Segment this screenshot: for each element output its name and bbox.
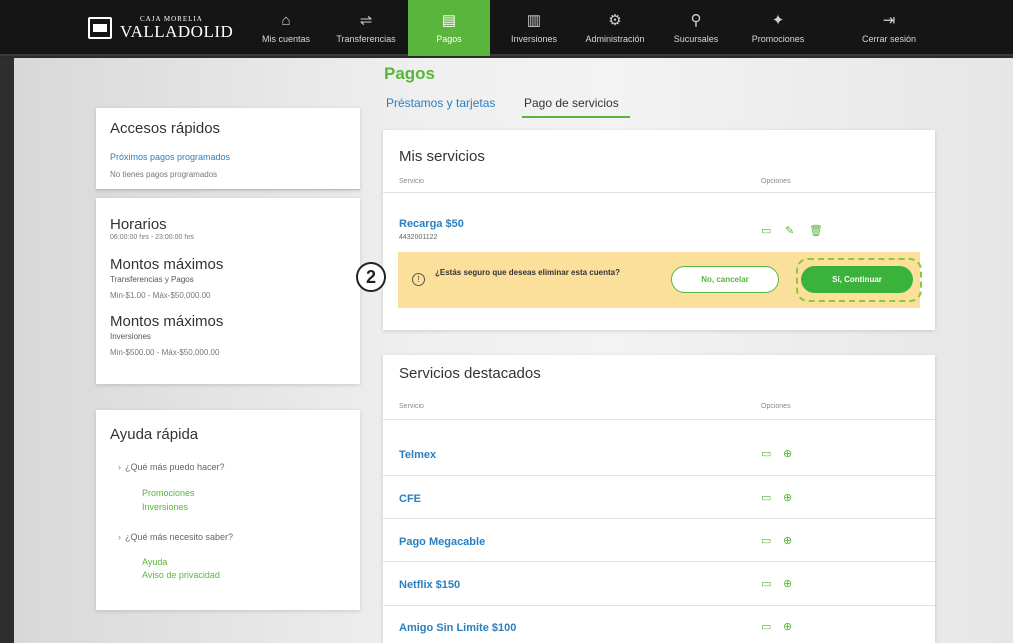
horarios-hours: 06:00:00 hrs - 23:00:00 hrs [110,234,195,241]
service-netflix[interactable]: Netflix $150 [399,579,460,591]
transfer-icon: ⇌ [359,12,373,29]
step-badge: 2 [356,262,386,292]
montos-inversiones-title: Montos máximos [110,313,224,330]
left-dark-strip [0,58,14,643]
question-que-mas-hacer[interactable]: › ¿Qué más puedo hacer? [118,462,225,472]
pay-icon[interactable]: ▭ [761,534,771,547]
montos-inversiones-sub: Inversiones [110,332,151,341]
top-navigation-bar: CAJA MORELIA VALLADOLID ⌂ Mis cuentas ⇌ … [0,0,1013,56]
nav-label: Mis cuentas [261,34,311,44]
service-amigo-sin-limite[interactable]: Amigo Sin Limite $100 [399,622,516,634]
brand-logo[interactable]: CAJA MORELIA VALLADOLID [88,14,233,42]
logo-big-text: VALLADOLID [120,22,234,41]
nav-label: Cerrar sesión [861,34,917,44]
add-circle-icon[interactable]: ⊕ [783,491,792,504]
service-recarga[interactable]: Recarga $50 [399,218,464,230]
page-title: Pagos [384,64,436,83]
highlight-outline [796,258,922,302]
col-servicio: Servicio [399,403,424,410]
ayuda-title: Ayuda rápida [110,426,199,443]
delete-icon[interactable]: 🗑 [809,224,823,237]
payment-icon: ▤ [441,12,457,29]
accesos-rapidos-card: Accesos rápidos Próximos pagos programad… [96,108,360,190]
nav-transferencias[interactable]: ⇌ Transferencias [326,0,406,56]
pay-icon[interactable]: ▭ [761,224,771,237]
location-pin-icon: ⚲ [690,12,702,29]
aviso-privacidad-link[interactable]: Aviso de privacidad [142,570,220,580]
horarios-card: Horarios 06:00:00 hrs - 23:00:00 hrs Mon… [96,198,360,384]
servicios-destacados-card: Servicios destacados Servicio Opciones T… [383,355,935,643]
nav-inversiones[interactable]: ▥ Inversiones [498,0,570,56]
service-megacable[interactable]: Pago Megacable [399,536,485,548]
montos-transfer-sub: Transferencias y Pagos [110,275,194,284]
add-circle-icon[interactable]: ⊕ [783,447,792,460]
nav-label: Sucursales [673,34,719,44]
tab-pago-servicios[interactable]: Pago de servicios [522,96,630,118]
divider [383,518,935,519]
service-number: 4432001122 [399,234,438,241]
nav-cerrar-sesion[interactable]: ⇥ Cerrar sesión [850,0,928,56]
nav-label: Pagos [436,34,462,44]
horarios-title: Horarios [110,216,167,233]
accesos-title: Accesos rápidos [110,120,221,137]
col-opciones: Opciones [761,403,791,410]
nav-label: Transferencias [336,34,396,44]
cancel-button[interactable]: No, cancelar [671,266,779,293]
chevron-right-icon: › [118,462,121,472]
col-servicio: Servicio [399,178,424,185]
ayuda-link[interactable]: Ayuda [142,557,167,567]
mis-servicios-title: Mis servicios [399,148,485,165]
divider [383,192,935,193]
montos-inversiones-range: Min-$500.00 - Máx-$50,000.00 [110,348,220,357]
destacados-title: Servicios destacados [399,365,541,382]
no-pagos-text: No tienes pagos programados [110,170,218,179]
tab-prestamos-tarjetas[interactable]: Préstamos y tarjetas [386,96,495,110]
nav-promociones[interactable]: ✦ Promociones [738,0,818,56]
confirm-message: ¿Estás seguro que deseas eliminar esta c… [435,268,620,277]
divider [383,475,935,476]
pay-icon[interactable]: ▭ [761,620,771,633]
nav-mis-cuentas[interactable]: ⌂ Mis cuentas [250,0,322,56]
add-circle-icon[interactable]: ⊕ [783,620,792,633]
nav-label: Administración [585,34,645,44]
add-circle-icon[interactable]: ⊕ [783,577,792,590]
montos-transfer-range: Min-$1.00 - Máx-$50,000.00 [110,291,211,300]
inversiones-link[interactable]: Inversiones [142,502,188,512]
logo-icon [88,17,112,39]
divider [383,419,935,420]
service-telmex[interactable]: Telmex [399,449,436,461]
nav-administracion[interactable]: ⚙ Administración [574,0,656,56]
warning-icon: ! [412,273,425,286]
ayuda-rapida-card: Ayuda rápida › ¿Qué más puedo hacer? Prom… [96,410,360,610]
divider [383,561,935,562]
edit-icon[interactable]: ✎ [785,224,794,237]
settings-icon: ⚙ [608,12,622,29]
service-cfe[interactable]: CFE [399,493,421,505]
nav-label: Promociones [751,34,805,44]
montos-transfer-title: Montos máximos [110,256,224,273]
pay-icon[interactable]: ▭ [761,491,771,504]
nav-sucursales[interactable]: ⚲ Sucursales [664,0,728,56]
promociones-link[interactable]: Promociones [142,488,195,498]
nav-pagos[interactable]: ▤ Pagos [408,0,490,56]
chevron-right-icon: › [118,532,121,542]
divider [383,605,935,606]
add-circle-icon[interactable]: ⊕ [783,534,792,547]
home-icon: ⌂ [281,12,291,29]
divider [96,189,360,190]
investment-icon: ▥ [526,12,542,29]
nav-label: Inversiones [510,34,558,44]
question-que-mas-saber[interactable]: › ¿Qué más necesito saber? [118,532,233,542]
promotion-icon: ✦ [771,12,785,29]
logout-icon: ⇥ [882,12,896,29]
pay-icon[interactable]: ▭ [761,577,771,590]
proximos-pagos-link[interactable]: Próximos pagos programados [110,152,230,162]
pay-icon[interactable]: ▭ [761,447,771,460]
col-opciones: Opciones [761,178,791,185]
